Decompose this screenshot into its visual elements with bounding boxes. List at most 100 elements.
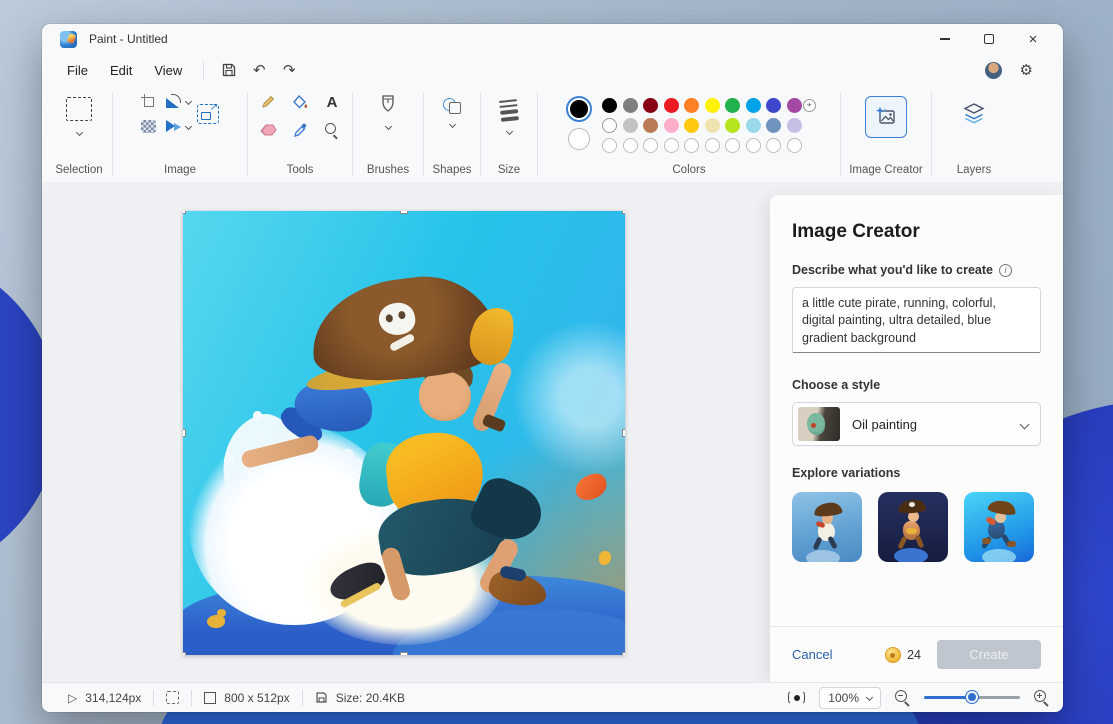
foreground-color-swatch[interactable] bbox=[566, 96, 592, 122]
zoom-slider[interactable] bbox=[924, 696, 1020, 700]
color-swatch[interactable] bbox=[746, 118, 761, 133]
zoom-slider-thumb[interactable] bbox=[966, 691, 978, 703]
color-picker-icon[interactable] bbox=[293, 122, 308, 138]
eraser-icon[interactable] bbox=[260, 123, 277, 137]
color-swatch[interactable] bbox=[746, 138, 761, 153]
color-swatch[interactable] bbox=[684, 118, 699, 133]
maximize-button[interactable] bbox=[967, 25, 1011, 53]
colors-section: Colors bbox=[538, 86, 840, 182]
zoom-level-dropdown[interactable]: 100% bbox=[819, 687, 881, 709]
prompt-input[interactable]: a little cute pirate, running, colorful,… bbox=[792, 287, 1041, 353]
color-swatch[interactable] bbox=[643, 118, 658, 133]
redo-button[interactable]: ↷ bbox=[274, 58, 304, 82]
selection-handle[interactable] bbox=[400, 211, 408, 214]
style-label: Choose a style bbox=[792, 378, 1041, 392]
color-swatch[interactable] bbox=[623, 138, 638, 153]
color-swatch[interactable] bbox=[787, 138, 802, 153]
close-button[interactable]: × bbox=[1011, 25, 1055, 53]
cancel-button[interactable]: Cancel bbox=[792, 647, 832, 662]
shapes-icon[interactable] bbox=[443, 98, 461, 114]
layers-icon[interactable] bbox=[962, 102, 986, 124]
color-swatch[interactable] bbox=[746, 98, 761, 113]
brush-icon[interactable] bbox=[380, 94, 396, 116]
rotate-icon[interactable] bbox=[166, 94, 182, 108]
style-dropdown[interactable]: Oil painting bbox=[792, 402, 1041, 446]
menu-edit[interactable]: Edit bbox=[99, 59, 143, 82]
variations-row bbox=[792, 492, 1041, 562]
color-swatch[interactable] bbox=[664, 98, 679, 113]
variation-thumbnail-1[interactable] bbox=[792, 492, 862, 562]
undo-button[interactable]: ↶ bbox=[244, 58, 274, 82]
color-swatch[interactable] bbox=[725, 98, 740, 113]
save-button[interactable] bbox=[214, 58, 244, 82]
color-swatch[interactable] bbox=[725, 138, 740, 153]
selection-handle[interactable] bbox=[400, 652, 408, 655]
info-icon[interactable]: i bbox=[999, 264, 1012, 277]
color-swatch[interactable] bbox=[766, 118, 781, 133]
color-swatch[interactable] bbox=[684, 138, 699, 153]
color-swatch[interactable] bbox=[705, 138, 720, 153]
image-creator-button[interactable] bbox=[865, 96, 907, 138]
color-swatch[interactable] bbox=[787, 118, 802, 133]
fit-to-screen-icon[interactable] bbox=[788, 690, 805, 705]
color-swatch[interactable] bbox=[705, 98, 720, 113]
section-label: Image bbox=[164, 164, 196, 182]
chevron-down-icon[interactable] bbox=[75, 129, 82, 136]
chevron-down-icon[interactable] bbox=[384, 123, 391, 130]
flip-icon[interactable] bbox=[166, 120, 182, 133]
color-swatch[interactable] bbox=[643, 138, 658, 153]
variation-thumbnail-3[interactable] bbox=[964, 492, 1034, 562]
selection-handle[interactable] bbox=[622, 429, 625, 437]
color-swatch[interactable] bbox=[602, 138, 617, 153]
zoom-out-button[interactable] bbox=[895, 690, 910, 705]
selection-handle[interactable] bbox=[183, 211, 186, 214]
color-swatch[interactable] bbox=[643, 98, 658, 113]
selection-handle[interactable] bbox=[183, 652, 186, 655]
color-swatch[interactable] bbox=[725, 118, 740, 133]
canvas-size-value: 800 x 512px bbox=[224, 691, 289, 705]
color-swatch[interactable] bbox=[664, 118, 679, 133]
tools-section: A Tools bbox=[248, 86, 352, 182]
magnifier-tool-icon[interactable] bbox=[325, 123, 339, 137]
resize-icon[interactable] bbox=[197, 104, 219, 124]
color-swatch[interactable] bbox=[664, 138, 679, 153]
chevron-down-icon[interactable] bbox=[505, 128, 512, 135]
menu-view[interactable]: View bbox=[143, 59, 193, 82]
cursor-position: ▷ 314,124px bbox=[56, 691, 153, 705]
color-swatch[interactable] bbox=[787, 98, 802, 113]
selection-handle[interactable] bbox=[622, 211, 625, 214]
zoom-in-button[interactable] bbox=[1034, 690, 1049, 705]
background-color-swatch[interactable] bbox=[568, 128, 590, 150]
canvas[interactable] bbox=[183, 211, 625, 655]
chevron-down-icon[interactable] bbox=[185, 123, 192, 130]
selection-tool-icon[interactable] bbox=[66, 97, 92, 121]
color-swatch[interactable] bbox=[684, 98, 699, 113]
title-bar[interactable]: Paint - Untitled × bbox=[42, 24, 1063, 54]
chevron-down-icon[interactable] bbox=[448, 121, 455, 128]
stroke-size-icon[interactable] bbox=[499, 99, 519, 122]
crop-icon[interactable] bbox=[141, 94, 155, 108]
menu-file[interactable]: File bbox=[56, 59, 99, 82]
text-tool-icon[interactable]: A bbox=[327, 95, 338, 110]
color-swatch[interactable] bbox=[766, 98, 781, 113]
color-swatch[interactable] bbox=[623, 118, 638, 133]
chevron-down-icon[interactable] bbox=[185, 97, 192, 104]
minimize-button[interactable] bbox=[923, 25, 967, 53]
fill-bucket-icon[interactable] bbox=[292, 94, 309, 110]
color-swatch[interactable] bbox=[623, 98, 638, 113]
layers-section: Layers bbox=[932, 86, 1016, 182]
color-swatch[interactable] bbox=[602, 98, 617, 113]
shapes-section: Shapes bbox=[424, 86, 480, 182]
selection-handle[interactable] bbox=[622, 652, 625, 655]
create-button[interactable]: Create bbox=[937, 640, 1041, 669]
settings-gear-icon[interactable]: ⚙ bbox=[1020, 61, 1033, 79]
color-swatch[interactable] bbox=[766, 138, 781, 153]
selection-handle[interactable] bbox=[183, 429, 186, 437]
color-swatch[interactable] bbox=[602, 118, 617, 133]
color-palette bbox=[602, 96, 802, 153]
pencil-icon[interactable] bbox=[260, 94, 276, 110]
color-swatch[interactable] bbox=[705, 118, 720, 133]
account-avatar[interactable] bbox=[985, 62, 1002, 79]
remove-background-icon[interactable] bbox=[141, 120, 156, 133]
variation-thumbnail-2[interactable] bbox=[878, 492, 948, 562]
